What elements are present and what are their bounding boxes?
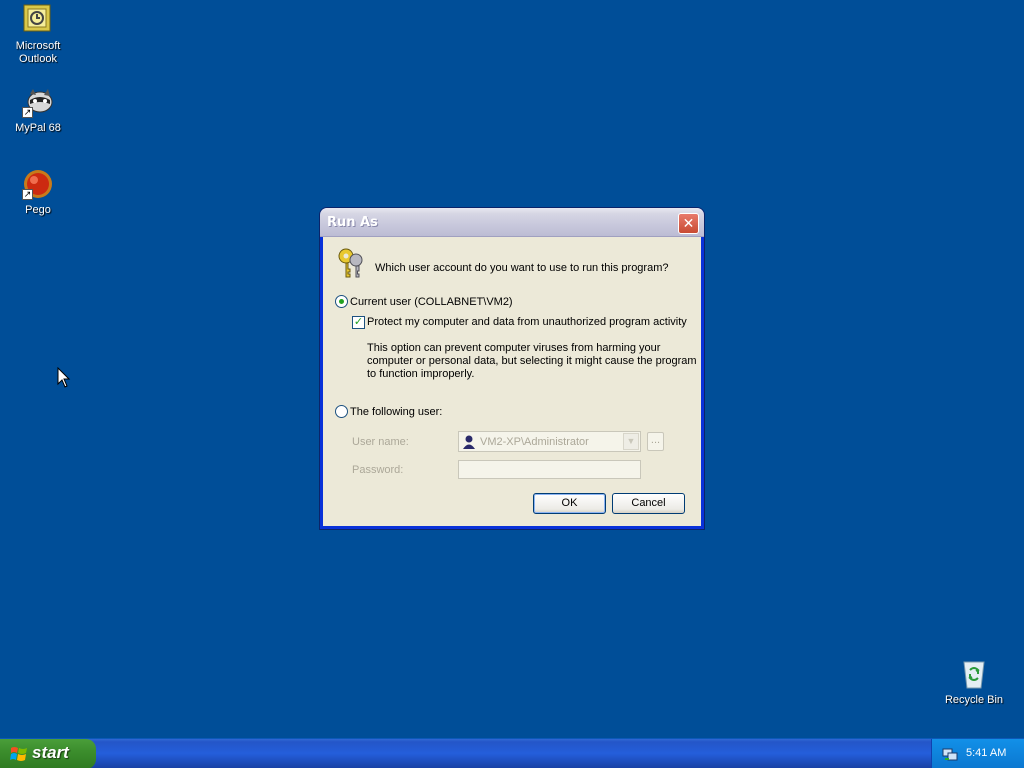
close-button[interactable]: ✕: [678, 213, 699, 234]
current-user-radio[interactable]: [335, 295, 348, 308]
mypal-icon: ↗: [22, 86, 54, 118]
taskbar: start 5:41 AM: [0, 738, 1024, 768]
user-icon: [463, 435, 475, 449]
start-label: start: [32, 743, 69, 762]
shortcut-arrow-icon: ↗: [22, 107, 33, 118]
mouse-cursor-icon: [57, 367, 71, 388]
cancel-button[interactable]: Cancel: [612, 493, 685, 514]
desktop-icon-label: MyPal 68: [15, 122, 61, 134]
browse-users-label: ...: [650, 434, 661, 446]
desktop-icon-recycle-bin[interactable]: Recycle Bin: [936, 658, 1012, 707]
chevron-down-icon[interactable]: ▼: [623, 433, 639, 450]
desktop-icon-label: Recycle Bin: [944, 694, 1004, 706]
browse-users-button[interactable]: ...: [647, 432, 664, 451]
protect-checkbox[interactable]: ✓: [352, 316, 365, 329]
run-as-dialog: Run As ✕ Which user account do you want …: [320, 208, 704, 529]
pego-icon: ↗: [22, 168, 54, 200]
protect-description-line: computer or personal data, but selecting…: [367, 355, 697, 367]
windows-flag-icon: [10, 747, 27, 761]
shortcut-arrow-icon: ↗: [22, 189, 33, 200]
username-value: VM2-XP\Administrator: [480, 436, 589, 448]
desktop-icon-label: Microsoft: [15, 40, 61, 52]
password-field[interactable]: [458, 460, 641, 479]
dialog-titlebar[interactable]: Run As ✕: [320, 208, 704, 237]
close-icon: ✕: [682, 215, 695, 231]
protect-description-line: to function improperly.: [367, 368, 475, 380]
start-button[interactable]: start: [0, 739, 96, 768]
desktop-icon-mypal[interactable]: ↗ MyPal 68: [0, 86, 76, 135]
dialog-body: Which user account do you want to use to…: [323, 237, 701, 526]
protect-label[interactable]: Protect my computer and data from unauth…: [367, 316, 687, 328]
username-label: User name:: [352, 436, 409, 448]
desktop-icon-label: Outlook: [19, 53, 57, 65]
protect-description-line: This option can prevent computer viruses…: [367, 342, 661, 354]
following-user-radio[interactable]: [335, 405, 348, 418]
desktop-icon-label: Pego: [25, 204, 51, 216]
recycle-bin-icon: [958, 658, 990, 690]
clock[interactable]: 5:41 AM: [966, 747, 1006, 759]
key-icon: [338, 248, 363, 278]
current-user-label[interactable]: Current user (COLLABNET\VM2): [350, 296, 513, 308]
desktop-icon-pego[interactable]: ↗ Pego: [0, 168, 76, 217]
password-label: Password:: [352, 464, 404, 476]
following-user-label[interactable]: The following user:: [350, 406, 442, 418]
username-combobox[interactable]: VM2-XP\Administrator ▼: [458, 431, 641, 452]
dialog-title: Run As: [327, 215, 378, 230]
ok-button[interactable]: OK: [533, 493, 606, 514]
tray-network-icon[interactable]: [942, 746, 958, 762]
system-tray: 5:41 AM: [931, 739, 1024, 768]
outlook-icon: [22, 4, 54, 36]
question-text: Which user account do you want to use to…: [375, 262, 669, 274]
desktop-icon-outlook[interactable]: Microsoft Outlook: [0, 4, 76, 66]
